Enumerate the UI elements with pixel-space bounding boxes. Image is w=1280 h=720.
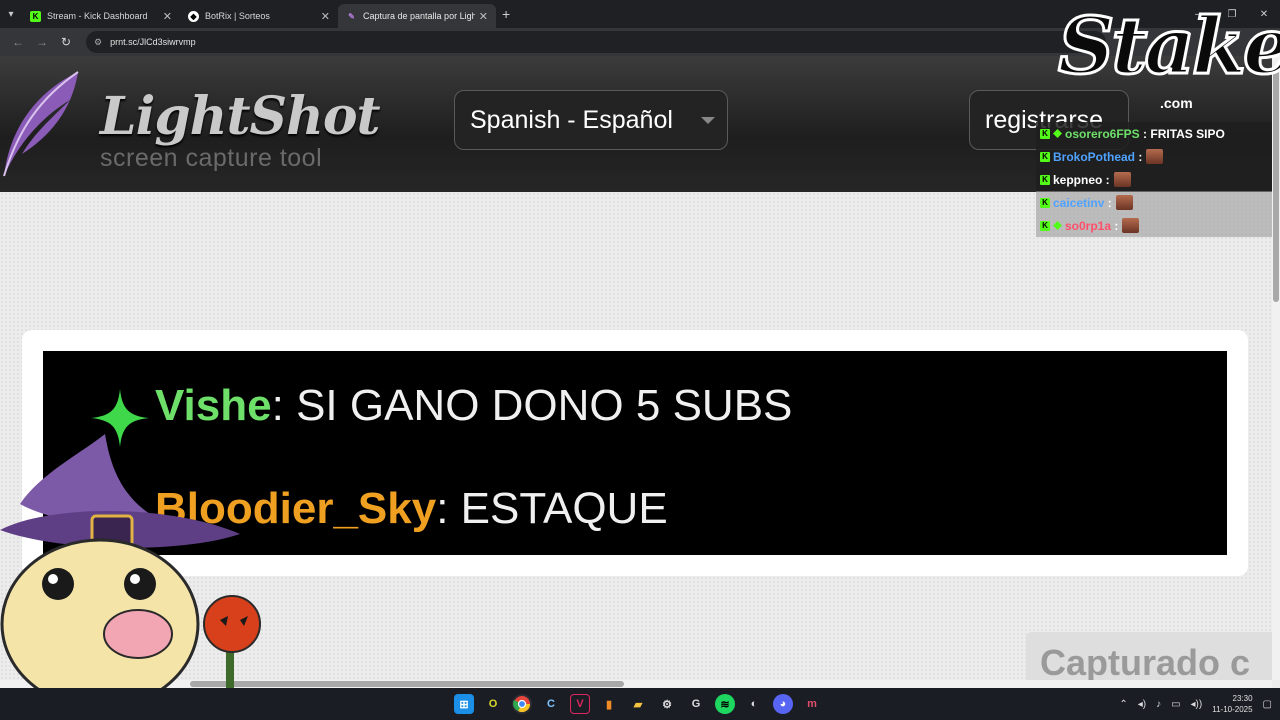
emote-icon <box>1122 218 1140 233</box>
tab-title: Stream - Kick Dashboard <box>47 11 148 21</box>
clock-time: 23:30 <box>1232 694 1253 703</box>
ableton-icon[interactable]: ▮ <box>599 694 619 714</box>
kick-badge-icon: K <box>1040 174 1050 185</box>
spotify-icon[interactable]: ≋ <box>715 694 735 714</box>
language-label: Spanish - Español <box>470 105 673 134</box>
lightshot-icon: ✎ <box>348 11 355 21</box>
back-icon[interactable]: ← <box>6 35 30 49</box>
kick-badge-icon: K <box>1040 197 1050 208</box>
sub-badge-icon <box>1053 129 1062 138</box>
tab-kick-dashboard[interactable]: K Stream - Kick Dashboard ✕ <box>22 4 180 28</box>
feather-icon <box>3 71 79 177</box>
chat-message: Vishe: SI GANO DONO 5 SUBS <box>155 381 793 430</box>
screen: ▾ K Stream - Kick Dashboard ✕ ◆ BotRix |… <box>0 0 1280 720</box>
chat-user: keppneo <box>1053 172 1103 187</box>
windows-start-icon[interactable]: ⊞ <box>454 694 474 714</box>
reload-icon[interactable]: ↻ <box>54 35 78 49</box>
message-text: ESTAQUE <box>460 484 668 533</box>
tab-botrix[interactable]: ◆ BotRix | Sorteos ✕ <box>180 4 338 28</box>
scroll-thumb[interactable] <box>1273 66 1279 302</box>
tab-title: BotRix | Sorteos <box>205 11 270 21</box>
lightshot-logo[interactable]: LightShot screen capture tool <box>0 70 381 180</box>
lightshot-brand: LightShot <box>100 86 381 147</box>
forward-icon[interactable]: → <box>30 35 54 49</box>
vegas-icon[interactable]: V <box>570 694 590 714</box>
kick-badge-icon: K <box>1040 151 1050 162</box>
microphone-icon[interactable]: ♪ <box>1156 699 1161 710</box>
emote-icon <box>1113 172 1131 187</box>
chat-row: K caicetinv : <box>1036 191 1272 214</box>
taskbar-apps: ⊞ O C V ▮ ▰ ⚙ G ≋ ◐ ◕ m <box>454 688 822 720</box>
lightshot-tagline: screen capture tool <box>100 144 323 172</box>
tab-search-icon[interactable]: ▾ <box>0 0 22 28</box>
chevron-down-icon <box>701 117 715 124</box>
sub-badge-icon <box>1053 221 1062 230</box>
ccleaner-icon[interactable]: C <box>541 694 561 714</box>
url-text: prnt.sc/JlCd3siwrvmp <box>110 37 196 47</box>
emote-icon <box>1115 195 1133 210</box>
message-user: Vishe <box>155 381 272 430</box>
tab-title: Captura de pantalla por Lightsh <box>363 11 475 21</box>
chat-user: so0rp1a <box>1065 218 1112 233</box>
vertical-scrollbar[interactable] <box>1272 56 1280 680</box>
message-text: SI GANO DONO 5 SUBS <box>296 381 793 430</box>
chat-row: K keppneo : <box>1036 168 1272 191</box>
taskbar: ⊞ O C V ▮ ▰ ⚙ G ≋ ◐ ◕ m ⌃ ◂) ♪ ▭ ◂)) 23:… <box>0 688 1280 720</box>
chat-row: K BrokoPothead : <box>1036 145 1272 168</box>
opera-icon[interactable]: O <box>483 694 503 714</box>
notifications-icon[interactable]: ▢ <box>1263 699 1272 710</box>
clock[interactable]: 23:30 11-10-2025 <box>1212 693 1252 715</box>
clock-date: 11-10-2025 <box>1212 705 1253 714</box>
app-icon[interactable]: G <box>686 694 706 714</box>
chat-row: K so0rp1a : <box>1036 214 1272 237</box>
cat-wizard-mascot <box>0 434 261 690</box>
address-bar[interactable]: ⚙ prnt.sc/JlCd3siwrvmp <box>86 31 1106 53</box>
chat-row: K osorero6FPS : FRITAS SIPO <box>1036 122 1272 145</box>
close-tab-icon[interactable]: ✕ <box>321 10 330 23</box>
volume-icon[interactable]: ◂)) <box>1191 699 1203 710</box>
chevron-up-icon[interactable]: ⌃ <box>1119 699 1127 710</box>
chat-user: osorero6FPS <box>1065 126 1140 141</box>
app-icon[interactable]: m <box>802 694 822 714</box>
close-tab-icon[interactable]: ✕ <box>479 10 488 23</box>
captured-by-label: Capturado c <box>1026 632 1272 680</box>
kick-badge-icon: K <box>1040 220 1050 231</box>
botrix-icon: ◆ <box>188 10 199 22</box>
new-tab-icon[interactable]: + <box>502 6 510 22</box>
close-tab-icon[interactable]: ✕ <box>163 10 172 23</box>
kick-icon: K <box>30 10 41 22</box>
chrome-icon[interactable] <box>512 694 532 714</box>
file-explorer-icon[interactable]: ▰ <box>628 694 648 714</box>
network-icon[interactable]: ▭ <box>1171 699 1180 710</box>
chat-text: FRITAS SIPO <box>1150 126 1225 141</box>
kick-badge-icon: K <box>1040 128 1050 139</box>
language-select[interactable]: Spanish - Español <box>454 90 728 150</box>
site-info-icon[interactable]: ⚙ <box>94 37 102 48</box>
stake-logo: Stake <box>1057 1 1280 92</box>
system-tray: ⌃ ◂) ♪ ▭ ◂)) 23:30 11-10-2025 ▢ <box>1119 688 1272 720</box>
stream-chat-overlay: K osorero6FPS : FRITAS SIPO K BrokoPothe… <box>1036 122 1272 237</box>
stake-domain: .com <box>1160 95 1193 111</box>
speaker-icon[interactable]: ◂) <box>1138 699 1146 710</box>
chat-user: BrokoPothead <box>1053 149 1136 164</box>
discord-icon[interactable]: ◕ <box>773 694 793 714</box>
steam-icon[interactable]: ◐ <box>744 694 764 714</box>
settings-icon[interactable]: ⚙ <box>657 694 677 714</box>
chat-user: caicetinv <box>1053 195 1105 210</box>
tab-lightshot[interactable]: ✎ Captura de pantalla por Lightsh ✕ <box>338 4 496 28</box>
emote-icon <box>1146 149 1164 164</box>
